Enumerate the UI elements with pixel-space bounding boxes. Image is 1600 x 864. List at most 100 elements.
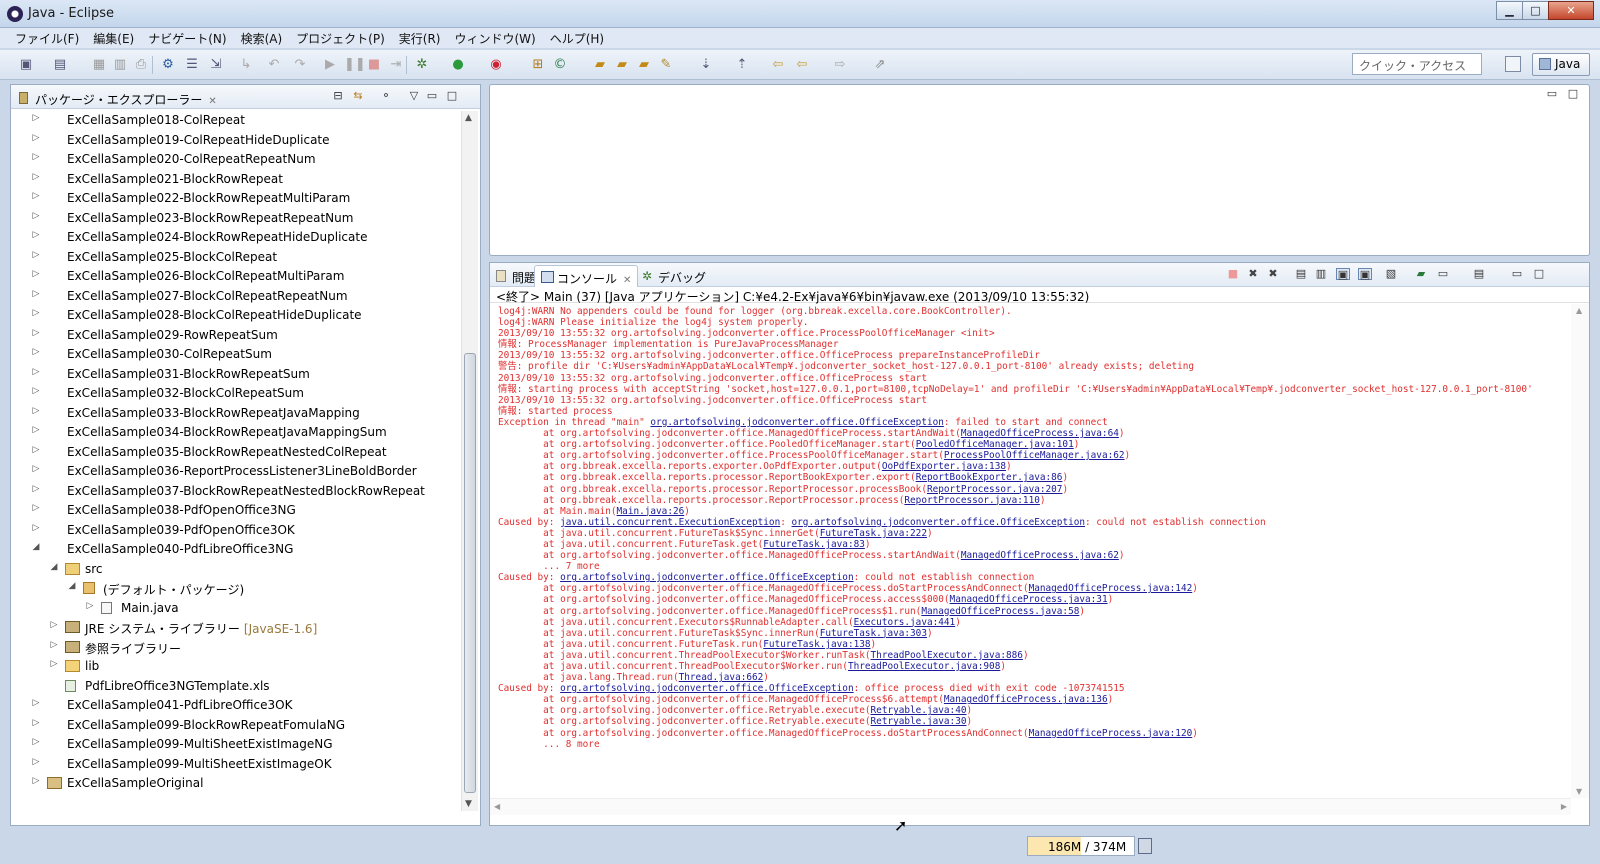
close-icon[interactable]: ✕: [623, 275, 631, 286]
collapse-arrow-icon[interactable]: ◢: [31, 542, 41, 552]
tree-item[interactable]: ◢ src: [11, 560, 461, 579]
expand-arrow-icon[interactable]: ▷: [31, 776, 41, 786]
tree-item[interactable]: ▷ ExCellaSample022-BlockRowRepeatMultiPar…: [11, 189, 461, 208]
terminate-icon[interactable]: ■: [1226, 268, 1240, 280]
close-button[interactable]: ✕: [1548, 1, 1594, 20]
maximize-editor-icon[interactable]: □: [1566, 88, 1580, 100]
tree-item[interactable]: ▷ ExCellaSample026-BlockColRepeatMultiPar…: [11, 267, 461, 286]
save-icon[interactable]: ▦: [91, 57, 107, 73]
suspend-icon[interactable]: ❚❚: [344, 57, 366, 73]
open-task-icon[interactable]: ▰: [614, 57, 630, 73]
stacktrace-link[interactable]: Executors.java:441: [854, 617, 956, 628]
tree-item[interactable]: ▷ ExCellaSample099-MultiSheetExistImageNG: [11, 735, 461, 754]
stacktrace-link[interactable]: Thread.java:662: [679, 672, 764, 683]
expand-arrow-icon[interactable]: ▷: [31, 211, 41, 221]
stacktrace-link[interactable]: ManagedOfficeProcess.java:136: [944, 694, 1108, 705]
tab-debug[interactable]: ✲ デバッグ: [636, 265, 712, 287]
last-edit-icon[interactable]: ⇦: [770, 57, 786, 73]
terminate-icon[interactable]: ■: [366, 57, 382, 73]
scroll-up-icon[interactable]: ▲: [1576, 306, 1582, 315]
stacktrace-link[interactable]: org.artofsolving.jodconverter.office.Off…: [650, 417, 944, 428]
disconnect-icon[interactable]: ⇥: [388, 57, 404, 73]
stacktrace-link[interactable]: FutureTask.java:222: [820, 528, 927, 539]
tree-item[interactable]: ▷ lib: [11, 657, 461, 676]
tree-item[interactable]: ▷ ExCellaSample030-ColRepeatSum: [11, 345, 461, 364]
settings-icon[interactable]: ⚙: [160, 57, 176, 73]
console-output[interactable]: log4j:WARN No appenders could be found f…: [490, 304, 1571, 798]
stacktrace-link[interactable]: FutureTask.java:83: [763, 539, 865, 550]
tree-scrollbar[interactable]: ▲ ▼: [461, 111, 478, 811]
expand-arrow-icon[interactable]: ▷: [49, 640, 59, 650]
expand-arrow-icon[interactable]: ▷: [49, 659, 59, 669]
tree-item[interactable]: ▷ ExCellaSample036-ReportProcessListener3…: [11, 462, 461, 481]
open-type-icon[interactable]: ▰: [592, 57, 608, 73]
scroll-lock-icon[interactable]: ▥: [1314, 268, 1328, 280]
stacktrace-link[interactable]: ManagedOfficeProcess.java:31: [950, 594, 1108, 605]
debug-icon[interactable]: ✲: [414, 57, 430, 73]
expand-arrow-icon[interactable]: ▷: [31, 347, 41, 357]
expand-arrow-icon[interactable]: ▷: [85, 601, 95, 611]
menu-window[interactable]: ウィンドウ(W): [447, 30, 542, 47]
tree-item[interactable]: ◢ (デフォルト・パッケージ): [11, 579, 461, 598]
expand-arrow-icon[interactable]: ▷: [31, 152, 41, 162]
tree-item[interactable]: ▷ ExCellaSample033-BlockRowRepeatJavaMapp…: [11, 404, 461, 423]
stacktrace-link[interactable]: ManagedOfficeProcess.java:58: [921, 606, 1079, 617]
expand-arrow-icon[interactable]: ▷: [31, 172, 41, 182]
expand-arrow-icon[interactable]: ▷: [31, 308, 41, 318]
scroll-left-icon[interactable]: ◀: [494, 802, 500, 811]
scroll-down-icon[interactable]: ▼: [1576, 787, 1582, 796]
expand-arrow-icon[interactable]: ▷: [31, 698, 41, 708]
menu-project[interactable]: プロジェクト(P): [289, 30, 392, 47]
stacktrace-link[interactable]: ReportBookExporter.java:86: [916, 472, 1063, 483]
previous-annotation-icon[interactable]: ⇡: [734, 57, 750, 73]
stacktrace-link[interactable]: ProcessPoolOfficeManager.java:62: [944, 450, 1125, 461]
expand-arrow-icon[interactable]: ▷: [31, 718, 41, 728]
pin-console-icon[interactable]: ▧: [1384, 268, 1398, 280]
expand-arrow-icon[interactable]: ▷: [31, 250, 41, 260]
close-icon[interactable]: ✕: [208, 96, 216, 107]
expand-arrow-icon[interactable]: ▷: [31, 445, 41, 455]
tree-item[interactable]: ▷ JRE システム・ライブラリー [JavaSE-1.6]: [11, 618, 461, 637]
redo-icon[interactable]: ↷: [292, 57, 308, 73]
expand-arrow-icon[interactable]: ▷: [31, 367, 41, 377]
menu-file[interactable]: ファイル(F): [8, 30, 86, 47]
maximize-view-icon[interactable]: □: [445, 90, 459, 102]
tree-item[interactable]: ▷ ExCellaSample027-BlockColRepeatRepeatNu…: [11, 287, 461, 306]
open-perspective-icon[interactable]: [1505, 56, 1521, 72]
new-java-class-icon[interactable]: ©: [552, 57, 568, 73]
expand-arrow-icon[interactable]: ▷: [31, 289, 41, 299]
stacktrace-link[interactable]: FutureTask.java:303: [820, 628, 927, 639]
maximize-button[interactable]: □: [1522, 1, 1549, 20]
tab-console[interactable]: コンソール ✕: [534, 265, 639, 287]
open-console-icon[interactable]: ▭: [1436, 268, 1450, 280]
stacktrace-link[interactable]: ManagedOfficeProcess.java:142: [1029, 583, 1193, 594]
tree-item[interactable]: ▷ ExCellaSample023-BlockRowRepeatRepeatNu…: [11, 209, 461, 228]
tree-item[interactable]: ▷ ExCellaSample024-BlockRowRepeatHideDupl…: [11, 228, 461, 247]
scroll-up-icon[interactable]: ▲: [465, 113, 472, 123]
task-icon[interactable]: ☰: [184, 57, 200, 73]
java-perspective-button[interactable]: Java: [1532, 53, 1590, 76]
expand-arrow-icon[interactable]: ▷: [31, 425, 41, 435]
tree-item[interactable]: ▷ ExCellaSample020-ColRepeatRepeatNum: [11, 150, 461, 169]
tree-item[interactable]: ▷ 参照ライブラリー: [11, 638, 461, 657]
new-icon[interactable]: ▣: [18, 57, 34, 73]
expand-arrow-icon[interactable]: ▷: [31, 269, 41, 279]
quick-access-input[interactable]: クイック・アクセス: [1352, 53, 1482, 75]
save-all-icon[interactable]: ▥: [112, 57, 128, 73]
tree-item[interactable]: ▷ ExCellaSample039-PdfOpenOffice3OK: [11, 521, 461, 540]
show-on-stdout-icon[interactable]: ▣: [1336, 268, 1350, 281]
run-icon[interactable]: ●: [450, 57, 466, 73]
tree-item[interactable]: ▷ ExCellaSample099-BlockRowRepeatFomulaNG: [11, 716, 461, 735]
link-with-editor-icon[interactable]: ⇆: [351, 90, 365, 102]
stacktrace-link[interactable]: org.artofsolving.jodconverter.office.Off…: [560, 683, 854, 694]
expand-arrow-icon[interactable]: ▷: [31, 737, 41, 747]
expand-arrow-icon[interactable]: ▷: [31, 328, 41, 338]
heap-status[interactable]: 186M / 374M: [1027, 836, 1135, 856]
remove-all-launches-icon[interactable]: ✖: [1266, 268, 1280, 280]
stacktrace-link[interactable]: Main.java:26: [617, 506, 685, 517]
new-java-package-icon[interactable]: ⊞: [530, 57, 546, 73]
expand-arrow-icon[interactable]: ▷: [49, 620, 59, 630]
tree-item[interactable]: ▷ ExCellaSampleOriginal: [11, 774, 461, 793]
search-icon[interactable]: ✎: [658, 57, 674, 73]
expand-arrow-icon[interactable]: ▷: [31, 503, 41, 513]
